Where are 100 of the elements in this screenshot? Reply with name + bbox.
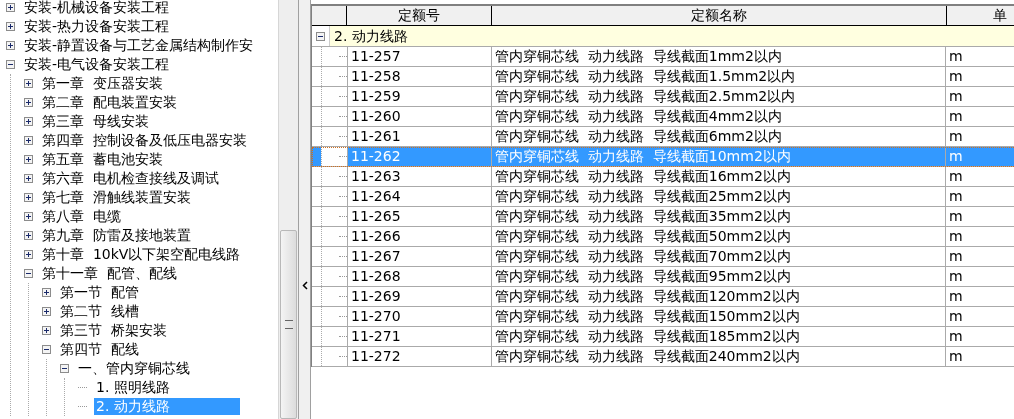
table-row[interactable]: 11-258 管内穿铜芯线 动力线路 导线截面1.5mm2以内 m — [312, 67, 1014, 87]
quota-name-cell: 管内穿铜芯线 动力线路 导线截面50mm2以内 — [491, 227, 945, 246]
tree-item[interactable]: 第三章 母线安装 — [40, 113, 151, 130]
unit-cell: m — [945, 287, 1013, 306]
collapse-icon[interactable] — [6, 60, 15, 69]
expand-icon[interactable] — [24, 212, 33, 221]
unit-cell: m — [945, 87, 1013, 106]
tree-item[interactable]: 第五章 蓄电池安装 — [40, 151, 165, 168]
tree-item[interactable]: 第十章 10kV以下架空配电线路 — [40, 246, 243, 263]
expand-icon[interactable] — [24, 155, 33, 164]
group-row-label[interactable]: 2. 动力线路 — [329, 26, 1014, 46]
tree-item[interactable]: 第二章 配电装置安装 — [40, 94, 179, 111]
tree-item[interactable]: 安装-静置设备与工艺金属结构制作安 — [22, 37, 256, 54]
table-row[interactable]: 11-259 管内穿铜芯线 动力线路 导线截面2.5mm2以内 m — [312, 87, 1014, 107]
quota-code-cell: 11-262 — [347, 147, 491, 166]
tree-item[interactable]: 第四章 控制设备及低压电器安装 — [40, 132, 249, 149]
quota-name-cell: 管内穿铜芯线 动力线路 导线截面95mm2以内 — [491, 267, 945, 286]
unit-cell: m — [945, 347, 1013, 366]
table-row[interactable]: 11-268 管内穿铜芯线 动力线路 导线截面95mm2以内 m — [312, 267, 1014, 287]
table-row[interactable]: 11-266 管内穿铜芯线 动力线路 导线截面50mm2以内 m — [312, 227, 1014, 247]
expand-icon[interactable] — [24, 117, 33, 126]
expand-icon[interactable] — [6, 41, 15, 50]
tree-item[interactable]: 第八章 电缆 — [40, 208, 123, 225]
table-row[interactable]: 11-270 管内穿铜芯线 动力线路 导线截面150mm2以内 m — [312, 307, 1014, 327]
expand-icon[interactable] — [24, 231, 33, 240]
quota-code-cell: 11-265 — [347, 207, 491, 226]
quota-name-cell: 管内穿铜芯线 动力线路 导线截面1.5mm2以内 — [491, 67, 945, 86]
scrollbar[interactable] — [278, 0, 298, 419]
collapse-icon[interactable] — [316, 31, 325, 41]
quota-code-cell: 11-263 — [347, 167, 491, 186]
tree-item[interactable]: 第十一章 配管、配线 — [40, 265, 179, 282]
tree-item[interactable]: 第七章 滑触线装置安装 — [40, 189, 193, 206]
expand-icon[interactable] — [42, 288, 51, 297]
collapse-icon[interactable] — [42, 345, 51, 354]
quota-name-cell: 管内穿铜芯线 动力线路 导线截面150mm2以内 — [491, 307, 945, 326]
quota-code-cell: 11-272 — [347, 347, 491, 366]
collapse-icon[interactable] — [60, 364, 69, 373]
quota-code-cell: 11-264 — [347, 187, 491, 206]
scrollbar-thumb[interactable] — [280, 230, 297, 419]
quota-code-cell: 11-261 — [347, 127, 491, 146]
expand-icon[interactable] — [6, 3, 15, 12]
expand-icon[interactable] — [6, 22, 15, 31]
tree-item[interactable]: 安装-机械设备安装工程 — [22, 0, 172, 16]
expand-icon[interactable] — [42, 326, 51, 335]
quota-code-cell: 11-269 — [347, 287, 491, 306]
column-header[interactable]: 定额名称 — [492, 6, 947, 25]
quota-code-cell: 11-268 — [347, 267, 491, 286]
quota-name-cell: 管内穿铜芯线 动力线路 导线截面25mm2以内 — [491, 187, 945, 206]
expand-icon[interactable] — [24, 174, 33, 183]
collapse-icon[interactable] — [24, 269, 33, 278]
tree-item[interactable]: 第一节 配管 — [58, 284, 141, 301]
table-row[interactable]: 11-260 管内穿铜芯线 动力线路 导线截面4mm2以内 m — [312, 107, 1014, 127]
unit-cell: m — [945, 67, 1013, 86]
table-row[interactable]: 11-267 管内穿铜芯线 动力线路 导线截面70mm2以内 m — [312, 247, 1014, 267]
tree-item[interactable]: 第九章 防雷及接地装置 — [40, 227, 193, 244]
quota-name-cell: 管内穿铜芯线 动力线路 导线截面6mm2以内 — [491, 127, 945, 146]
unit-cell: m — [945, 127, 1013, 146]
quota-code-cell: 11-270 — [347, 307, 491, 326]
expand-icon[interactable] — [24, 193, 33, 202]
tree-item[interactable]: 第一章 变压器安装 — [40, 75, 165, 92]
tree-item[interactable]: 安装-电气设备安装工程 — [22, 56, 172, 73]
table-row[interactable]: 11-263 管内穿铜芯线 动力线路 导线截面16mm2以内 m — [312, 167, 1014, 187]
unit-cell: m — [945, 327, 1013, 346]
unit-cell: m — [945, 47, 1013, 66]
quota-name-cell: 管内穿铜芯线 动力线路 导线截面185mm2以内 — [491, 327, 945, 346]
table-row[interactable]: 11-271 管内穿铜芯线 动力线路 导线截面185mm2以内 m — [312, 327, 1014, 347]
tree-item[interactable]: 一、管内穿铜芯线 — [76, 360, 192, 377]
column-header[interactable]: 单 — [947, 6, 1011, 25]
table-row[interactable]: 11-265 管内穿铜芯线 动力线路 导线截面35mm2以内 m — [312, 207, 1014, 227]
tree-item[interactable]: 第六章 电机检查接线及调试 — [40, 170, 221, 187]
quota-code-cell: 11-271 — [347, 327, 491, 346]
quota-name-cell: 管内穿铜芯线 动力线路 导线截面4mm2以内 — [491, 107, 945, 126]
unit-cell: m — [945, 207, 1013, 226]
table-row[interactable]: 11-264 管内穿铜芯线 动力线路 导线截面25mm2以内 m — [312, 187, 1014, 207]
quota-code-cell: 11-267 — [347, 247, 491, 266]
table-row[interactable]: 11-257 管内穿铜芯线 动力线路 导线截面1mm2以内 m — [312, 47, 1014, 67]
quota-name-cell: 管内穿铜芯线 动力线路 导线截面2.5mm2以内 — [491, 87, 945, 106]
expand-icon[interactable] — [24, 98, 33, 107]
quota-name-cell: 管内穿铜芯线 动力线路 导线截面16mm2以内 — [491, 167, 945, 186]
expand-icon[interactable] — [42, 307, 51, 316]
quota-name-cell: 管内穿铜芯线 动力线路 导线截面70mm2以内 — [491, 247, 945, 266]
column-header[interactable]: 定额号 — [347, 6, 492, 25]
unit-cell: m — [945, 227, 1013, 246]
unit-cell: m — [945, 307, 1013, 326]
tree-item[interactable]: 安装-热力设备安装工程 — [22, 18, 172, 35]
quota-name-cell: 管内穿铜芯线 动力线路 导线截面120mm2以内 — [491, 287, 945, 306]
table-row[interactable]: 11-269 管内穿铜芯线 动力线路 导线截面120mm2以内 m — [312, 287, 1014, 307]
tree-item[interactable]: 第四节 配线 — [58, 341, 141, 358]
unit-cell: m — [945, 167, 1013, 186]
tree-item[interactable]: 第二节 线槽 — [58, 303, 141, 320]
table-row[interactable]: 11-272 管内穿铜芯线 动力线路 导线截面240mm2以内 m — [312, 347, 1014, 367]
quota-code-cell: 11-257 — [347, 47, 491, 66]
quota-code-cell: 11-266 — [347, 227, 491, 246]
unit-cell: m — [945, 107, 1013, 126]
tree-item[interactable]: 第三节 桥架安装 — [58, 322, 169, 339]
unit-cell: m — [945, 187, 1013, 206]
expand-icon[interactable] — [24, 136, 33, 145]
expand-icon[interactable] — [24, 250, 33, 259]
tree-item[interactable]: 1. 照明线路 — [94, 379, 172, 396]
expand-icon[interactable] — [24, 79, 33, 88]
